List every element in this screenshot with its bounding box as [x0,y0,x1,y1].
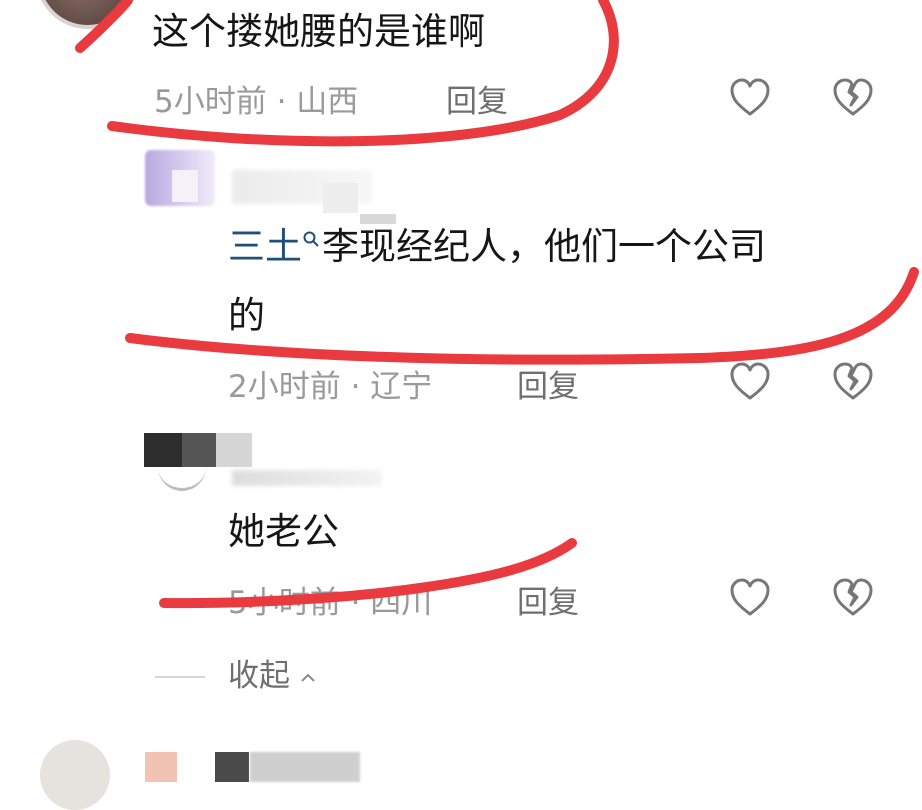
comment-text: 三土 李现经纪人，他们一个公司 [228,218,766,275]
username-blur-box [215,752,249,782]
comment-text: 这个搂她腰的是谁啊 [152,10,485,53]
collapse-label: 收起 [228,658,290,694]
dislike-icon[interactable] [831,76,875,120]
meta-separator: · [340,369,371,405]
heart-icon[interactable] [728,360,772,404]
reply-button[interactable]: 回复 [517,577,579,622]
collapse-button[interactable]: 收起 [228,650,316,695]
username-blur-box [323,183,358,213]
comment-text-line2: 的 [228,294,265,337]
divider [155,676,205,678]
avatar-blur [172,170,198,202]
comment-location: 辽宁 [370,369,433,405]
meta-separator: · [340,585,371,621]
username-blurred [232,470,382,486]
comment-location: 四川 [370,585,433,621]
comment-time: 5小时前 [154,84,267,120]
comment-time: 5小时前 [228,585,341,621]
heart-icon[interactable] [728,76,772,120]
reply-button[interactable]: 回复 [446,76,508,121]
dislike-icon[interactable] [831,360,875,404]
avatar-edge [158,462,206,491]
heart-icon[interactable] [728,576,772,620]
search-icon [303,231,319,247]
mention-link[interactable]: 三土 [228,225,302,268]
avatar-blur [216,433,252,467]
comment-text: 她老公 [228,510,339,553]
dislike-icon[interactable] [831,576,875,620]
username-blur-box [145,752,177,782]
comment-meta: 2小时前 · 辽宁 [228,361,432,406]
comment-meta: 5小时前 · 四川 [228,577,432,622]
meta-separator: · [266,84,297,120]
reply-button[interactable]: 回复 [517,361,579,406]
avatar[interactable] [40,740,110,810]
comment-location: 山西 [296,84,359,120]
comment-time: 2小时前 [228,369,341,405]
chevron-up-icon [301,673,315,682]
comment-text-line1: 李现经纪人，他们一个公司 [322,225,766,268]
username-blurred [250,752,360,782]
comment-meta: 5小时前 · 山西 [154,76,358,121]
